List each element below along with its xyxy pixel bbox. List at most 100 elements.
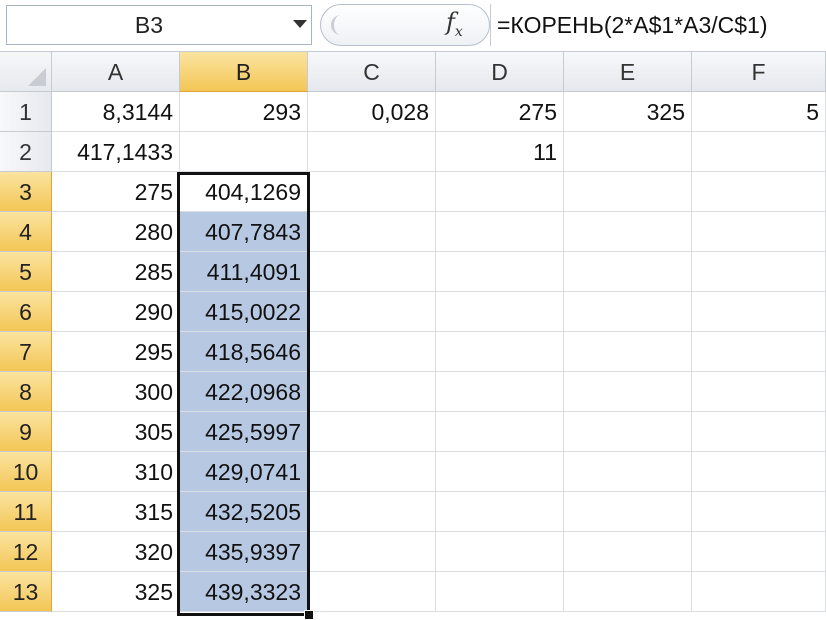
cell-b5[interactable]: 411,4091 xyxy=(180,252,308,292)
formula-bar-splitter[interactable] xyxy=(320,4,490,46)
cell-d9[interactable] xyxy=(436,412,564,452)
cell-f2[interactable] xyxy=(692,132,826,172)
row-header-6[interactable]: 6 xyxy=(0,292,52,332)
cell-f11[interactable] xyxy=(692,492,826,532)
cell-d11[interactable] xyxy=(436,492,564,532)
cell-a3[interactable]: 275 xyxy=(52,172,180,212)
column-header-f[interactable]: F xyxy=(692,52,826,92)
row-header-5[interactable]: 5 xyxy=(0,252,52,292)
cell-c4[interactable] xyxy=(308,212,436,252)
cell-d2[interactable]: 11 xyxy=(436,132,564,172)
cell-e10[interactable] xyxy=(564,452,692,492)
cell-b6[interactable]: 415,0022 xyxy=(180,292,308,332)
cell-e12[interactable] xyxy=(564,532,692,572)
cell-d13[interactable] xyxy=(436,572,564,612)
cell-a8[interactable]: 300 xyxy=(52,372,180,412)
cell-a13[interactable]: 325 xyxy=(52,572,180,612)
cell-b4[interactable]: 407,7843 xyxy=(180,212,308,252)
cell-d8[interactable] xyxy=(436,372,564,412)
cell-f6[interactable] xyxy=(692,292,826,332)
row-header-3[interactable]: 3 xyxy=(0,172,52,212)
cell-b13[interactable]: 439,3323 xyxy=(180,572,308,612)
cell-e5[interactable] xyxy=(564,252,692,292)
cell-a10[interactable]: 310 xyxy=(52,452,180,492)
fill-handle[interactable] xyxy=(304,610,314,620)
cell-a12[interactable]: 320 xyxy=(52,532,180,572)
column-header-e[interactable]: E xyxy=(564,52,692,92)
row-header-8[interactable]: 8 xyxy=(0,372,52,412)
row-header-10[interactable]: 10 xyxy=(0,452,52,492)
cell-a6[interactable]: 290 xyxy=(52,292,180,332)
cell-c6[interactable] xyxy=(308,292,436,332)
cell-a1[interactable]: 8,3144 xyxy=(52,92,180,132)
cell-b9[interactable]: 425,5997 xyxy=(180,412,308,452)
cell-e7[interactable] xyxy=(564,332,692,372)
cell-d3[interactable] xyxy=(436,172,564,212)
row-header-2[interactable]: 2 xyxy=(0,132,52,172)
cell-a2[interactable]: 417,1433 xyxy=(52,132,180,172)
formula-input[interactable]: =КОРЕНЬ(2*A$1*A3/C$1) xyxy=(490,4,826,46)
cell-f4[interactable] xyxy=(692,212,826,252)
cell-e3[interactable] xyxy=(564,172,692,212)
cell-d12[interactable] xyxy=(436,532,564,572)
cell-f5[interactable] xyxy=(692,252,826,292)
cell-b8[interactable]: 422,0968 xyxy=(180,372,308,412)
cell-f3[interactable] xyxy=(692,172,826,212)
column-header-c[interactable]: C xyxy=(308,52,436,92)
cell-c5[interactable] xyxy=(308,252,436,292)
cell-f1[interactable]: 5 xyxy=(692,92,826,132)
cell-a11[interactable]: 315 xyxy=(52,492,180,532)
cell-c2[interactable] xyxy=(308,132,436,172)
cell-f12[interactable] xyxy=(692,532,826,572)
row-header-13[interactable]: 13 xyxy=(0,572,52,612)
cell-f9[interactable] xyxy=(692,412,826,452)
name-box[interactable]: B3 xyxy=(6,5,312,45)
cell-f10[interactable] xyxy=(692,452,826,492)
row-header-11[interactable]: 11 xyxy=(0,492,52,532)
cell-d6[interactable] xyxy=(436,292,564,332)
cell-f7[interactable] xyxy=(692,332,826,372)
column-header-d[interactable]: D xyxy=(436,52,564,92)
row-header-4[interactable]: 4 xyxy=(0,212,52,252)
cell-e13[interactable] xyxy=(564,572,692,612)
cell-e2[interactable] xyxy=(564,132,692,172)
cell-e1[interactable]: 325 xyxy=(564,92,692,132)
cell-a5[interactable]: 285 xyxy=(52,252,180,292)
cell-c9[interactable] xyxy=(308,412,436,452)
cell-c7[interactable] xyxy=(308,332,436,372)
column-header-a[interactable]: A xyxy=(52,52,180,92)
chevron-down-icon[interactable] xyxy=(293,20,307,28)
cell-e4[interactable] xyxy=(564,212,692,252)
cell-a9[interactable]: 305 xyxy=(52,412,180,452)
cell-e6[interactable] xyxy=(564,292,692,332)
cell-b10[interactable]: 429,0741 xyxy=(180,452,308,492)
cell-d1[interactable]: 275 xyxy=(436,92,564,132)
cell-c11[interactable] xyxy=(308,492,436,532)
cell-b12[interactable]: 435,9397 xyxy=(180,532,308,572)
cell-f13[interactable] xyxy=(692,572,826,612)
cell-e8[interactable] xyxy=(564,372,692,412)
cell-c8[interactable] xyxy=(308,372,436,412)
row-header-7[interactable]: 7 xyxy=(0,332,52,372)
cell-c3[interactable] xyxy=(308,172,436,212)
row-header-9[interactable]: 9 xyxy=(0,412,52,452)
cell-c1[interactable]: 0,028 xyxy=(308,92,436,132)
cell-d7[interactable] xyxy=(436,332,564,372)
cell-b7[interactable]: 418,5646 xyxy=(180,332,308,372)
cell-e11[interactable] xyxy=(564,492,692,532)
cell-d4[interactable] xyxy=(436,212,564,252)
cell-c12[interactable] xyxy=(308,532,436,572)
cell-f8[interactable] xyxy=(692,372,826,412)
cell-e9[interactable] xyxy=(564,412,692,452)
cell-d5[interactable] xyxy=(436,252,564,292)
row-header-1[interactable]: 1 xyxy=(0,92,52,132)
column-header-b[interactable]: B xyxy=(180,52,308,92)
cell-b11[interactable]: 432,5205 xyxy=(180,492,308,532)
insert-function-icon[interactable]: fx xyxy=(446,8,463,40)
cell-b2[interactable] xyxy=(180,132,308,172)
cell-a7[interactable]: 295 xyxy=(52,332,180,372)
cell-c13[interactable] xyxy=(308,572,436,612)
select-all-button[interactable] xyxy=(0,52,52,92)
cell-a4[interactable]: 280 xyxy=(52,212,180,252)
cell-c10[interactable] xyxy=(308,452,436,492)
